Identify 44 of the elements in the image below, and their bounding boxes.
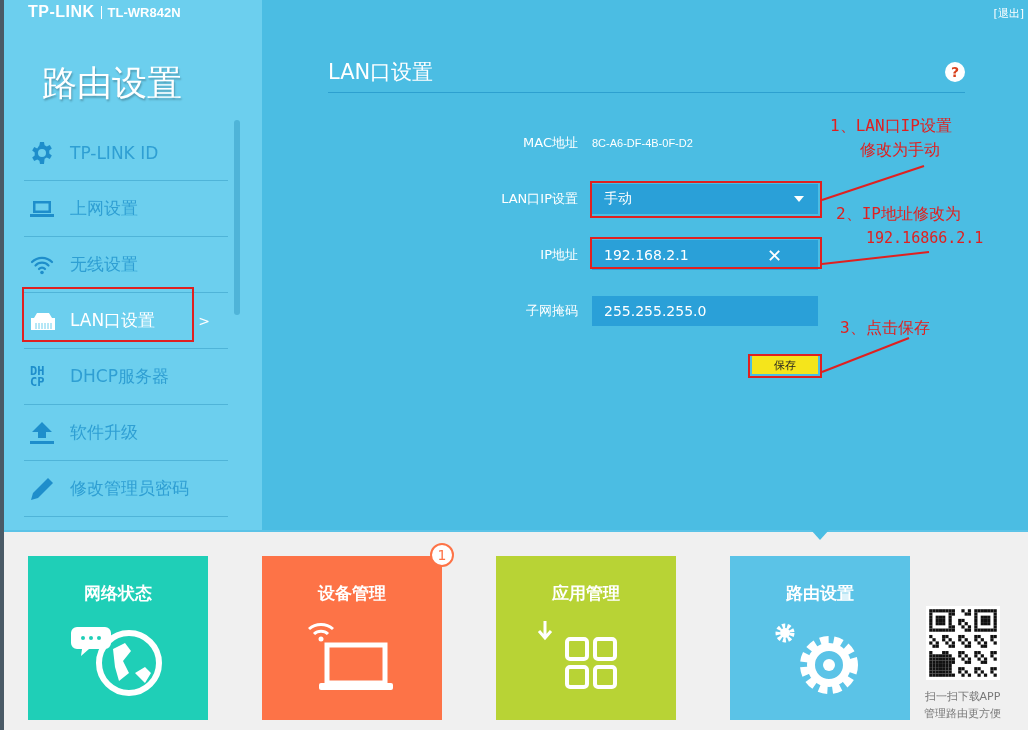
field-label: 子网掩码 [525, 302, 579, 320]
count-badge: 1 [430, 543, 454, 567]
menu-item[interactable]: TP-LINK ID [24, 125, 228, 181]
mode-dropdown[interactable]: 手动 [592, 184, 818, 214]
clear-button[interactable]: ✕ [766, 244, 782, 266]
gear-icon [30, 140, 54, 165]
nav-tile[interactable]: 路由设置 [730, 556, 910, 720]
menu-item[interactable]: 软件升级 [24, 405, 228, 461]
model-name: TL-WR842N [100, 5, 181, 19]
brand-logo: TP-LINK [28, 3, 95, 21]
menu-item[interactable]: DHCP DHCP服务器 [24, 349, 228, 405]
annotation-text: 192.16866.2.1 [865, 228, 984, 249]
input-field[interactable]: 255.255.255.0 [592, 296, 818, 326]
nav-tile[interactable]: 网络状态 [28, 556, 208, 720]
pencil-icon [30, 476, 54, 501]
qr-caption: 扫一扫下载APP [924, 689, 1001, 705]
nav-tile[interactable]: 应用管理 [496, 556, 676, 720]
save-button[interactable]: 保存 [752, 356, 818, 374]
chevron-icon: > [198, 312, 210, 329]
laptop-icon [30, 199, 54, 218]
upload-icon [30, 421, 54, 444]
ethernet-port-icon [30, 310, 56, 331]
qr-caption: 管理路由更方便 [924, 706, 1001, 722]
wifi-icon [30, 254, 54, 275]
menu-item[interactable]: 无线设置 [24, 237, 228, 293]
annotation-text: 2、IP地址修改为 [836, 203, 962, 225]
annotation-text: 1、LAN口IP设置 [830, 115, 952, 137]
annotation-text: 3、点击保存 [840, 317, 930, 339]
field-label: LAN口IP设置 [500, 190, 579, 208]
caret-icon [794, 196, 804, 202]
mac-address: 8C-A6-DF-4B-0F-D2 [592, 137, 693, 149]
help-button[interactable]: ? [945, 62, 965, 82]
sidebar-title: 路由设置 [42, 62, 183, 105]
panel-title: LAN口设置 [328, 59, 434, 86]
logout-link[interactable]: [退出] [993, 6, 1024, 21]
dhcp-icon: DHCP [30, 365, 50, 388]
field-label: IP地址 [539, 246, 579, 264]
menu-item[interactable]: LAN口设置 > [24, 293, 228, 349]
scrollbar[interactable] [234, 120, 240, 315]
menu-item[interactable]: 修改管理员密码 [24, 461, 228, 517]
annotation-text: 修改为手动 [859, 139, 941, 161]
field-label: MAC地址 [522, 134, 579, 152]
menu-item[interactable]: 上网设置 [24, 181, 228, 237]
input-field[interactable]: 192.168.2.1 ✕ [592, 240, 818, 270]
